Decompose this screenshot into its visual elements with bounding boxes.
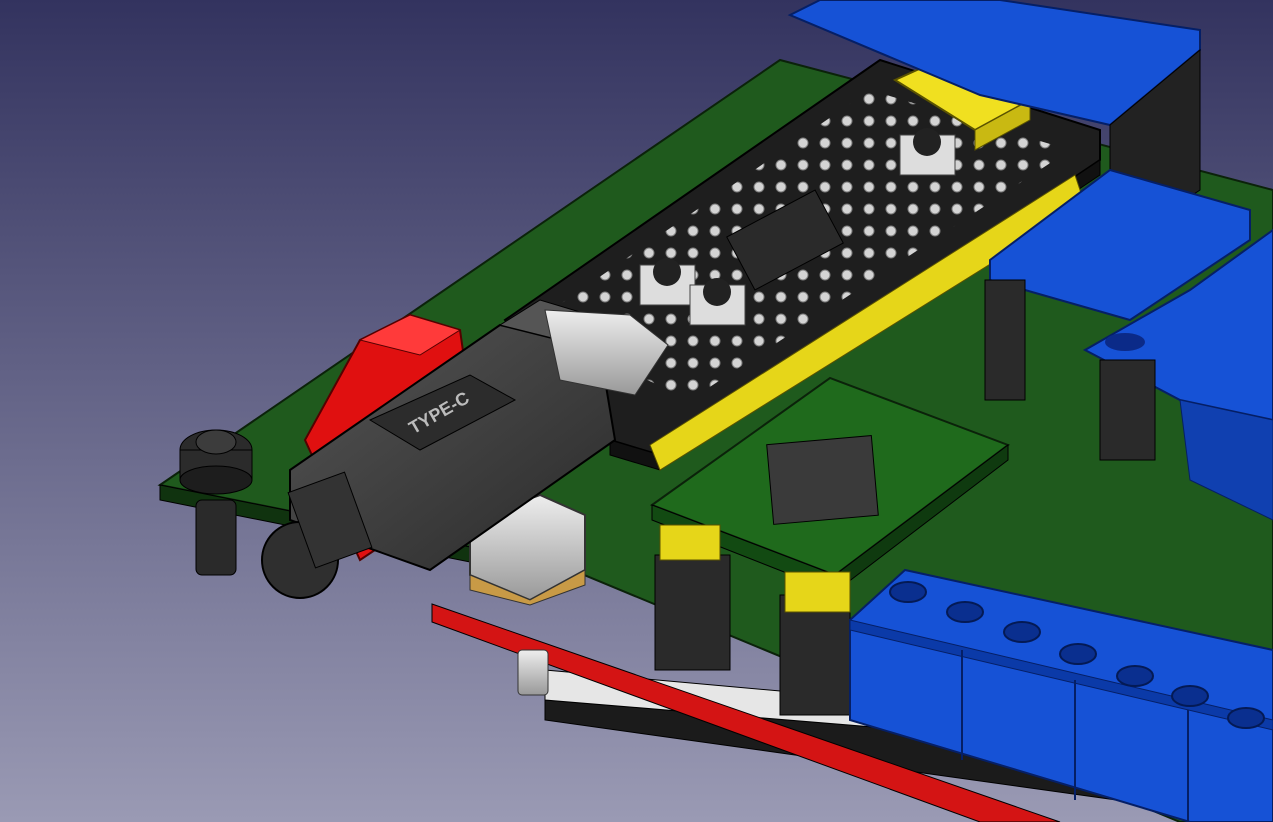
cad-3d-viewport[interactable]: TYPE-C	[0, 0, 1273, 822]
